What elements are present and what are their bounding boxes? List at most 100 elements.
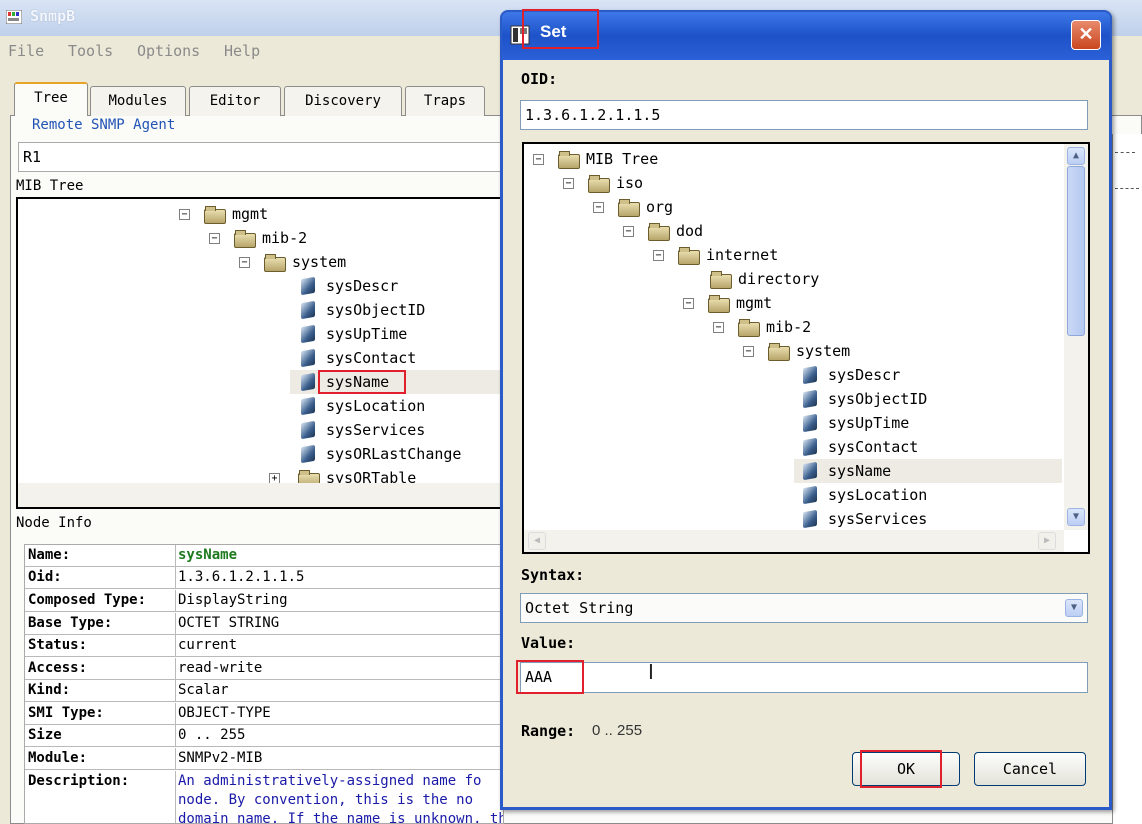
table-row: Kind: Scalar <box>25 680 503 702</box>
table-row: Access: read-write <box>25 658 503 680</box>
tree-node-system[interactable]: system <box>264 251 346 273</box>
tab-tree[interactable]: Tree <box>14 82 88 116</box>
value-label: Value: <box>521 634 576 652</box>
collapse-icon[interactable]: − <box>713 322 724 333</box>
table-row: Module: SNMPv2-MIB <box>25 748 503 770</box>
collapse-icon[interactable]: − <box>209 233 220 244</box>
syntax-select[interactable]: Octet String ▼ <box>520 593 1088 623</box>
folder-icon <box>618 199 640 217</box>
folder-icon <box>738 319 760 337</box>
menu-options[interactable]: Options <box>137 42 200 60</box>
tree-node-mib-2[interactable]: mib-2 <box>234 227 307 249</box>
tab-discovery[interactable]: Discovery <box>284 86 402 116</box>
tab-traps[interactable]: Traps <box>405 86 485 116</box>
table-row: SMI Type: OBJECT-TYPE <box>25 703 503 725</box>
right-panel-edge <box>1112 134 1142 824</box>
tree-node-sysservices[interactable]: sysServices <box>800 508 927 530</box>
table-row: Name: sysName <box>25 545 503 567</box>
leaf-node-icon <box>800 415 820 431</box>
collapse-icon[interactable]: − <box>743 346 754 357</box>
scroll-right-icon[interactable]: ▶ <box>1038 532 1056 550</box>
tree-node-sysdescr[interactable]: sysDescr <box>800 364 900 386</box>
description-line: domain name. If the name is unknown, the… <box>178 811 503 824</box>
tree-node-syscontact[interactable]: sysContact <box>800 436 918 458</box>
leaf-node-icon <box>800 391 820 407</box>
folder-icon <box>708 295 730 313</box>
menu-tools[interactable]: Tools <box>68 42 113 60</box>
tree-node-mib-tree[interactable]: MIB Tree <box>558 148 658 170</box>
value-input[interactable]: AAA <box>520 662 1088 693</box>
table-row: Status: current <box>25 635 503 657</box>
annotation-highlight-ok <box>860 750 942 788</box>
leaf-node-icon <box>800 511 820 527</box>
dashed-line <box>1115 152 1135 153</box>
tree-node-sysorlastchange[interactable]: sysORLastChange <box>298 443 461 465</box>
leaf-node-icon <box>800 463 820 479</box>
mib-tree-label: MIB Tree <box>16 178 84 194</box>
horizontal-scrollbar[interactable] <box>18 483 502 507</box>
syntax-label: Syntax: <box>521 566 585 584</box>
tree-node-syslocation[interactable]: sysLocation <box>298 395 425 417</box>
tree-node-syscontact[interactable]: sysContact <box>298 347 416 369</box>
menu-help[interactable]: Help <box>224 42 260 60</box>
leaf-node-icon <box>298 374 318 390</box>
collapse-icon[interactable]: − <box>593 202 604 213</box>
tree-node-mgmt[interactable]: mgmt <box>708 292 772 314</box>
tree-node-syslocation[interactable]: sysLocation <box>800 484 927 506</box>
annotation-highlight-value <box>516 660 584 694</box>
dialog-mib-tree[interactable]: − MIB Tree − iso − org − dod − internet … <box>522 142 1090 554</box>
collapse-icon[interactable]: − <box>683 298 694 309</box>
tree-node-sysuptime[interactable]: sysUpTime <box>800 412 909 434</box>
syntax-value: Octet String <box>525 599 634 617</box>
folder-icon <box>588 175 610 193</box>
tree-node-sysname[interactable]: sysName <box>800 460 891 482</box>
tree-node-system[interactable]: system <box>768 340 850 362</box>
tree-node-sysservices[interactable]: sysServices <box>298 419 425 441</box>
leaf-node-icon <box>298 446 318 462</box>
scroll-up-icon[interactable]: ▲ <box>1067 147 1085 165</box>
horizontal-scrollbar[interactable]: ◀ ▶ <box>524 530 1064 552</box>
agent-select[interactable]: R1 <box>18 142 502 172</box>
collapse-icon[interactable]: − <box>623 226 634 237</box>
tree-node-sysobjectid[interactable]: sysObjectID <box>800 388 927 410</box>
main-mib-tree[interactable]: − mgmt − mib-2 − system sysDescr sysObje… <box>16 197 504 509</box>
leaf-node-icon <box>298 422 318 438</box>
collapse-icon[interactable]: − <box>239 257 250 268</box>
folder-icon <box>558 151 580 169</box>
leaf-node-icon <box>298 278 318 294</box>
tree-node-sysuptime[interactable]: sysUpTime <box>298 323 407 345</box>
cancel-button[interactable]: Cancel <box>974 752 1086 786</box>
tab-editor[interactable]: Editor <box>189 86 281 116</box>
tree-node-dod[interactable]: dod <box>648 220 703 242</box>
collapse-icon[interactable]: − <box>563 178 574 189</box>
oid-field[interactable]: 1.3.6.1.2.1.1.5 <box>520 100 1088 130</box>
collapse-icon[interactable]: − <box>179 209 190 220</box>
text-cursor-icon: I <box>648 660 654 684</box>
table-row: Oid: 1.3.6.1.2.1.1.5 <box>25 567 503 589</box>
tree-node-sysdescr[interactable]: sysDescr <box>298 275 398 297</box>
range-label: Range: <box>521 722 576 740</box>
folder-icon <box>710 271 732 289</box>
vertical-scrollbar[interactable]: ▲ ▼ <box>1064 144 1088 530</box>
tree-node-internet[interactable]: internet <box>678 244 778 266</box>
tree-node-mib-2[interactable]: mib-2 <box>738 316 811 338</box>
collapse-icon[interactable]: − <box>653 250 664 261</box>
leaf-node-icon <box>800 439 820 455</box>
close-icon[interactable]: ✕ <box>1071 20 1101 50</box>
chevron-down-icon[interactable]: ▼ <box>1065 599 1083 617</box>
table-row: Size 0 .. 255 <box>25 725 503 747</box>
menu-file[interactable]: File <box>8 42 44 60</box>
tab-modules[interactable]: Modules <box>90 86 186 116</box>
scroll-thumb[interactable] <box>1067 166 1085 336</box>
tree-node-sysobjectid[interactable]: sysObjectID <box>298 299 425 321</box>
folder-icon <box>204 206 226 224</box>
collapse-icon[interactable]: − <box>533 154 544 165</box>
folder-icon <box>768 343 790 361</box>
scroll-down-icon[interactable]: ▼ <box>1067 508 1085 526</box>
tree-node-directory[interactable]: directory <box>710 268 819 290</box>
tree-node-iso[interactable]: iso <box>588 172 643 194</box>
tree-node-org[interactable]: org <box>618 196 673 218</box>
tree-node-mgmt[interactable]: mgmt <box>204 203 268 225</box>
scroll-left-icon[interactable]: ◀ <box>528 532 546 550</box>
leaf-node-icon <box>298 350 318 366</box>
